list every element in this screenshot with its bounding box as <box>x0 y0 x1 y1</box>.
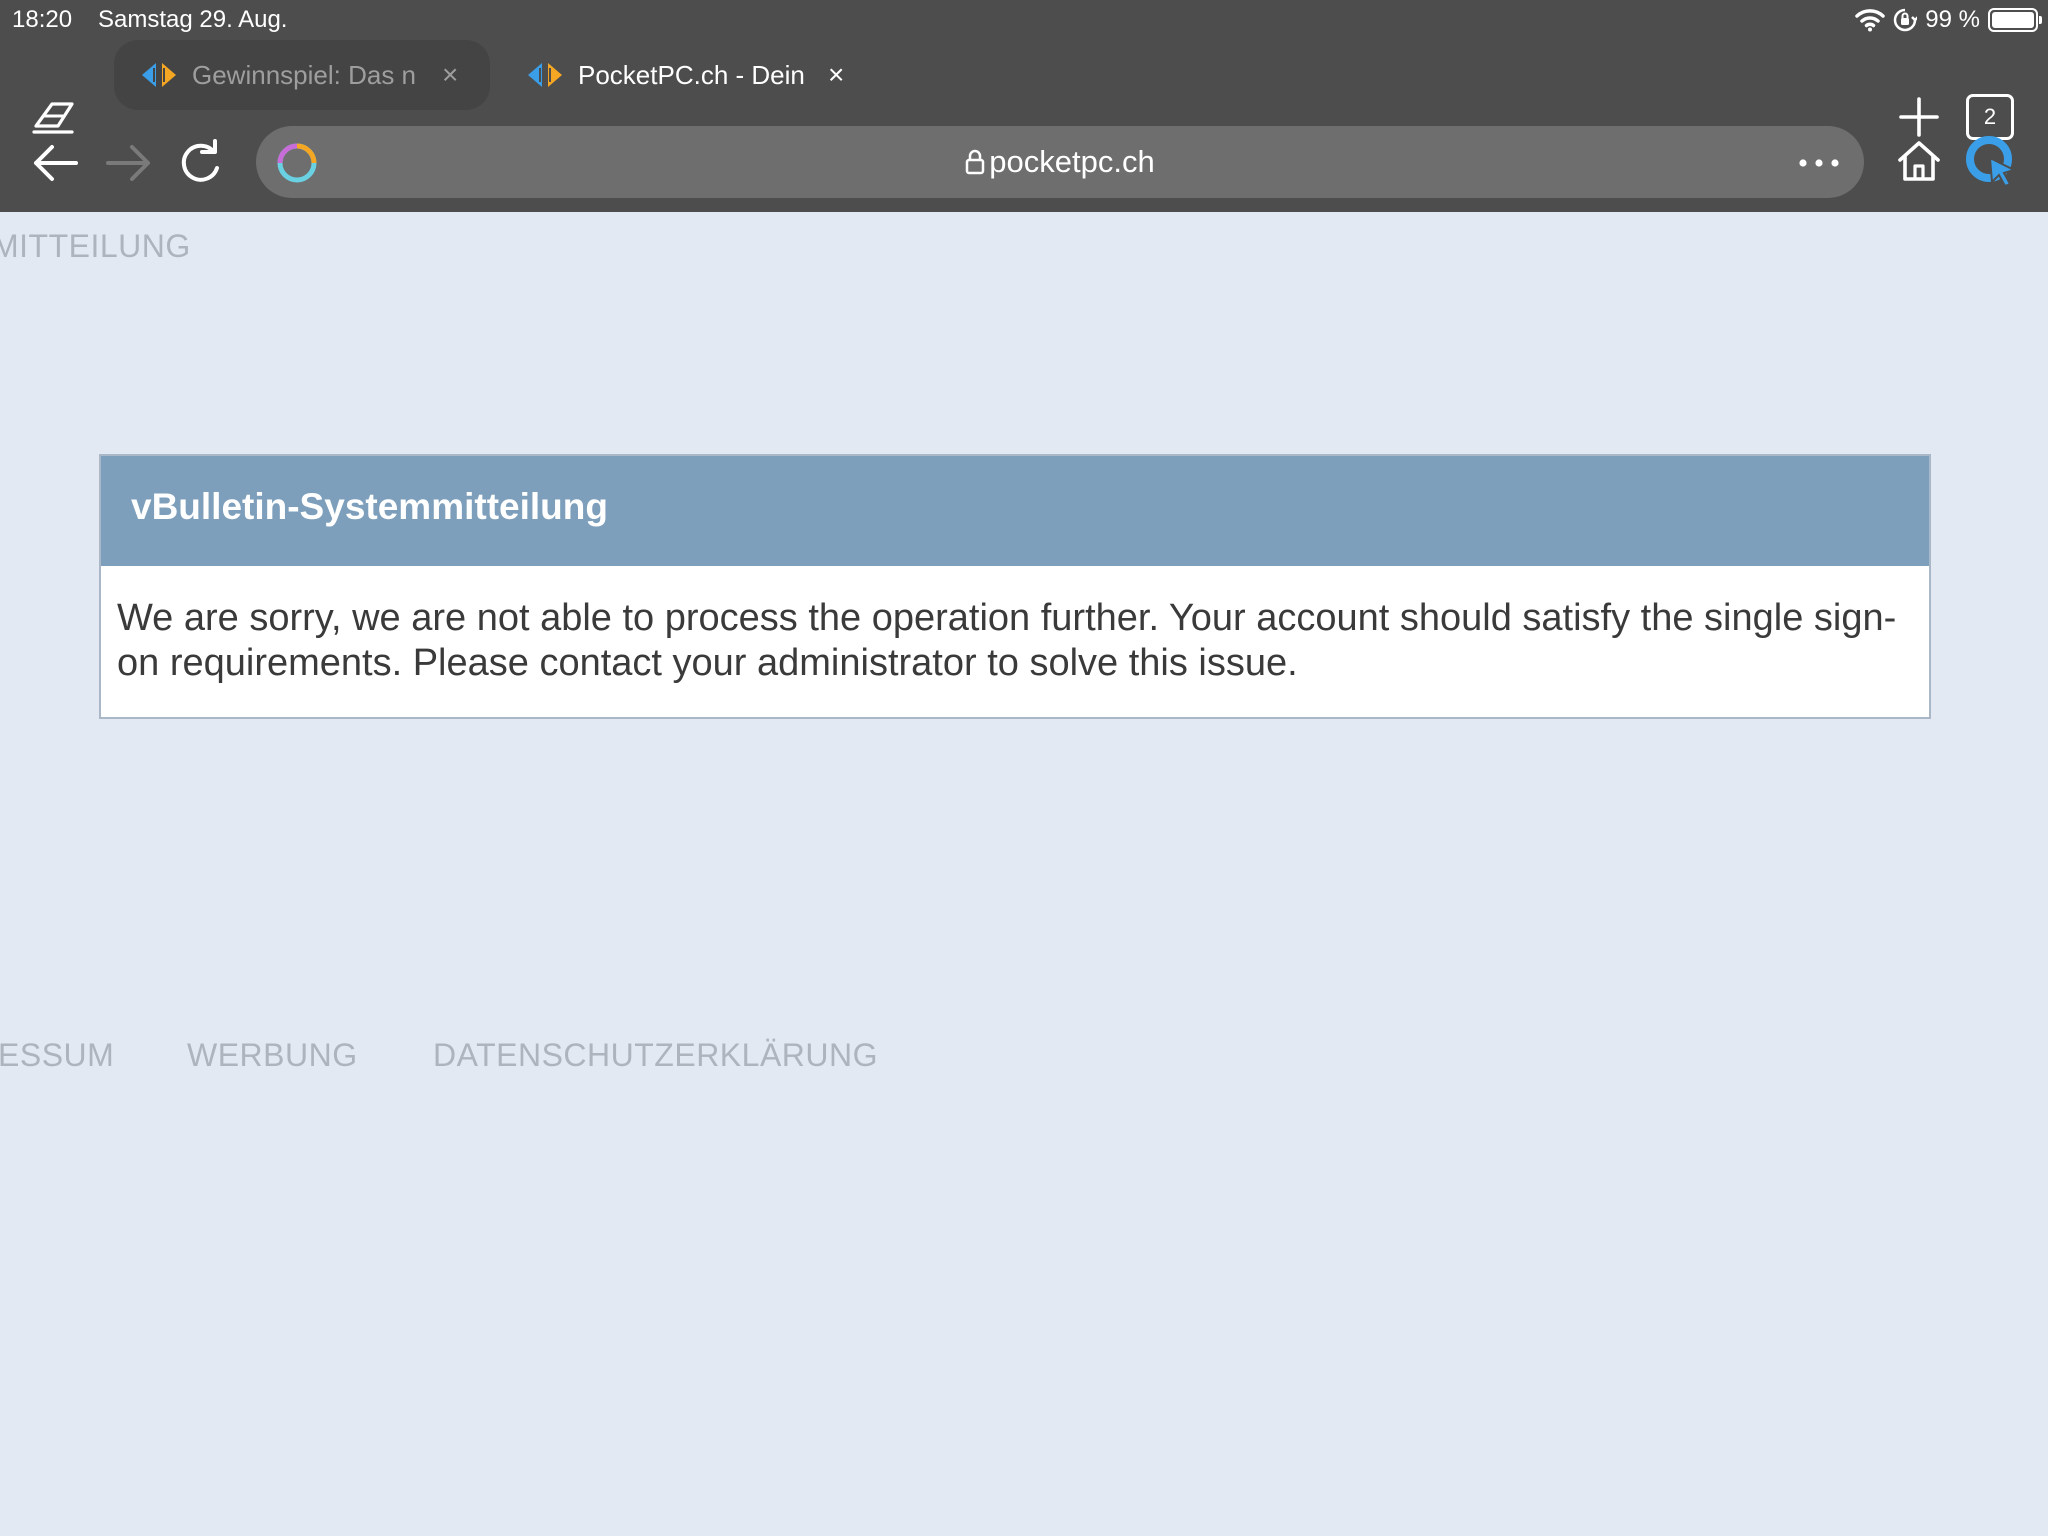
browser-brand-icon[interactable] <box>1964 134 2018 188</box>
home-icon[interactable] <box>1896 138 1942 184</box>
arrow-left-icon[interactable] <box>30 138 82 188</box>
rotation-lock-icon <box>1894 8 1918 32</box>
battery-icon <box>1988 8 2042 32</box>
navigation-bar: pocketpc.ch <box>0 120 2048 206</box>
system-message-box: vBulletin-Systemmitteilung We are sorry,… <box>99 454 1931 719</box>
tab-row: Gewinnspiel: Das n × PocketPC.ch - Dein … <box>0 40 2048 140</box>
status-date: Samstag 29. Aug. <box>98 6 288 33</box>
close-icon[interactable]: × <box>828 61 844 89</box>
pocketpc-favicon-icon <box>528 63 562 87</box>
footer-link-datenschutz[interactable]: DATENSCHUTZERKLÄRUNG <box>433 1037 878 1074</box>
status-time: 18:20 <box>12 6 73 33</box>
footer-link-impressum[interactable]: ESSUM <box>0 1037 114 1074</box>
tab-title: PocketPC.ch - Dein <box>578 59 805 90</box>
browser-chrome: 18:20 Samstag 29. Aug. 99 % Gewinnspiel:… <box>0 0 2048 212</box>
more-dots-icon[interactable] <box>1796 148 1842 178</box>
address-bar[interactable]: pocketpc.ch <box>256 126 1864 198</box>
lock-icon <box>966 149 985 175</box>
status-indicators: 99 % <box>1855 5 2042 35</box>
reload-icon[interactable] <box>174 138 226 188</box>
page-heading: MITTEILUNG <box>0 228 191 264</box>
url-display[interactable]: pocketpc.ch <box>256 144 1864 180</box>
tab-gewinnspiel[interactable]: Gewinnspiel: Das n × <box>114 40 490 110</box>
footer-link-werbung[interactable]: WERBUNG <box>187 1037 358 1074</box>
status-bar: 18:20 Samstag 29. Aug. 99 % <box>0 0 2048 40</box>
message-title: vBulletin-Systemmitteilung <box>101 456 1929 566</box>
battery-fill <box>1992 12 2034 28</box>
wifi-icon <box>1855 9 1886 32</box>
close-icon[interactable]: × <box>442 61 458 89</box>
message-body: We are sorry, we are not able to process… <box>117 597 1897 684</box>
url-text: pocketpc.ch <box>989 144 1155 179</box>
tab-title: Gewinnspiel: Das n <box>192 59 416 90</box>
pocketpc-favicon-icon <box>142 63 176 87</box>
arrow-right-icon[interactable] <box>102 138 154 188</box>
tab-pocketpc[interactable]: PocketPC.ch - Dein × <box>500 40 876 110</box>
battery-percent: 99 % <box>1925 6 1980 33</box>
